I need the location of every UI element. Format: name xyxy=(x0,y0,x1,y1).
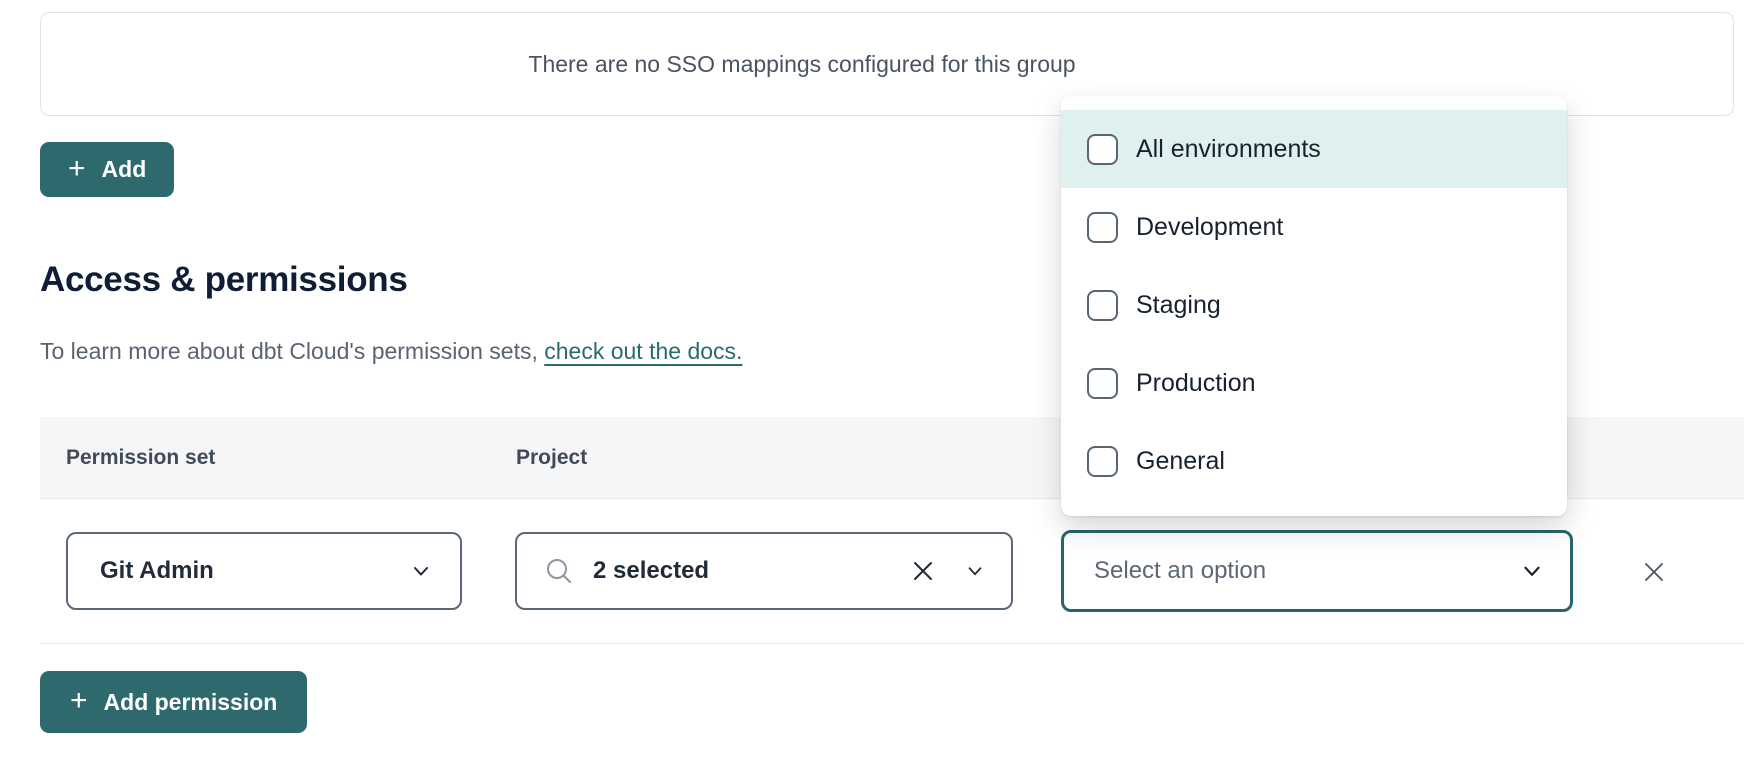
add-button-label: Add xyxy=(102,156,147,183)
option-label: Production xyxy=(1136,369,1256,398)
checkbox[interactable] xyxy=(1087,368,1118,399)
column-header-project: Project xyxy=(516,417,587,498)
project-selected-count: 2 selected xyxy=(593,557,909,585)
dropdown-option-staging[interactable]: Staging xyxy=(1061,266,1567,344)
plus-icon: + xyxy=(70,686,88,716)
option-label: General xyxy=(1136,447,1225,476)
environment-dropdown-menu: All environments Development Staging Pro… xyxy=(1061,96,1567,516)
option-label: Development xyxy=(1136,213,1283,242)
clear-selection-icon[interactable] xyxy=(909,557,937,585)
checkbox[interactable] xyxy=(1087,290,1118,321)
intro-text: To learn more about dbt Cloud's permissi… xyxy=(40,338,544,364)
plus-icon: + xyxy=(68,154,86,184)
column-header-permission-set: Permission set xyxy=(66,417,215,498)
remove-permission-row-button[interactable] xyxy=(1636,554,1672,590)
environment-select[interactable]: Select an option xyxy=(1061,530,1573,612)
checkbox[interactable] xyxy=(1087,212,1118,243)
section-description: To learn more about dbt Cloud's permissi… xyxy=(40,338,742,365)
search-icon xyxy=(543,555,575,587)
group-settings-page: There are no SSO mappings configured for… xyxy=(0,0,1744,772)
chevron-down-icon xyxy=(1520,559,1544,583)
project-select[interactable]: 2 selected xyxy=(515,532,1013,610)
chevron-down-icon xyxy=(965,561,985,581)
sso-empty-message: There are no SSO mappings configured for… xyxy=(528,51,1075,78)
permission-set-select[interactable]: Git Admin xyxy=(66,532,462,610)
dropdown-option-all-environments[interactable]: All environments xyxy=(1061,110,1567,188)
chevron-down-icon xyxy=(410,560,432,582)
docs-link[interactable]: check out the docs. xyxy=(544,338,742,364)
page-title: Access & permissions xyxy=(40,260,408,300)
dropdown-option-general[interactable]: General xyxy=(1061,422,1567,500)
checkbox[interactable] xyxy=(1087,134,1118,165)
add-permission-button[interactable]: + Add permission xyxy=(40,671,307,733)
option-label: Staging xyxy=(1136,291,1221,320)
add-sso-mapping-button[interactable]: + Add xyxy=(40,142,174,197)
add-permission-label: Add permission xyxy=(104,689,278,716)
dropdown-option-production[interactable]: Production xyxy=(1061,344,1567,422)
remove-row-icon xyxy=(1639,557,1669,587)
permission-set-value: Git Admin xyxy=(100,557,214,585)
option-label: All environments xyxy=(1136,135,1321,164)
checkbox[interactable] xyxy=(1087,446,1118,477)
table-row-divider xyxy=(40,643,1744,644)
dropdown-option-development[interactable]: Development xyxy=(1061,188,1567,266)
environment-placeholder: Select an option xyxy=(1094,557,1266,585)
